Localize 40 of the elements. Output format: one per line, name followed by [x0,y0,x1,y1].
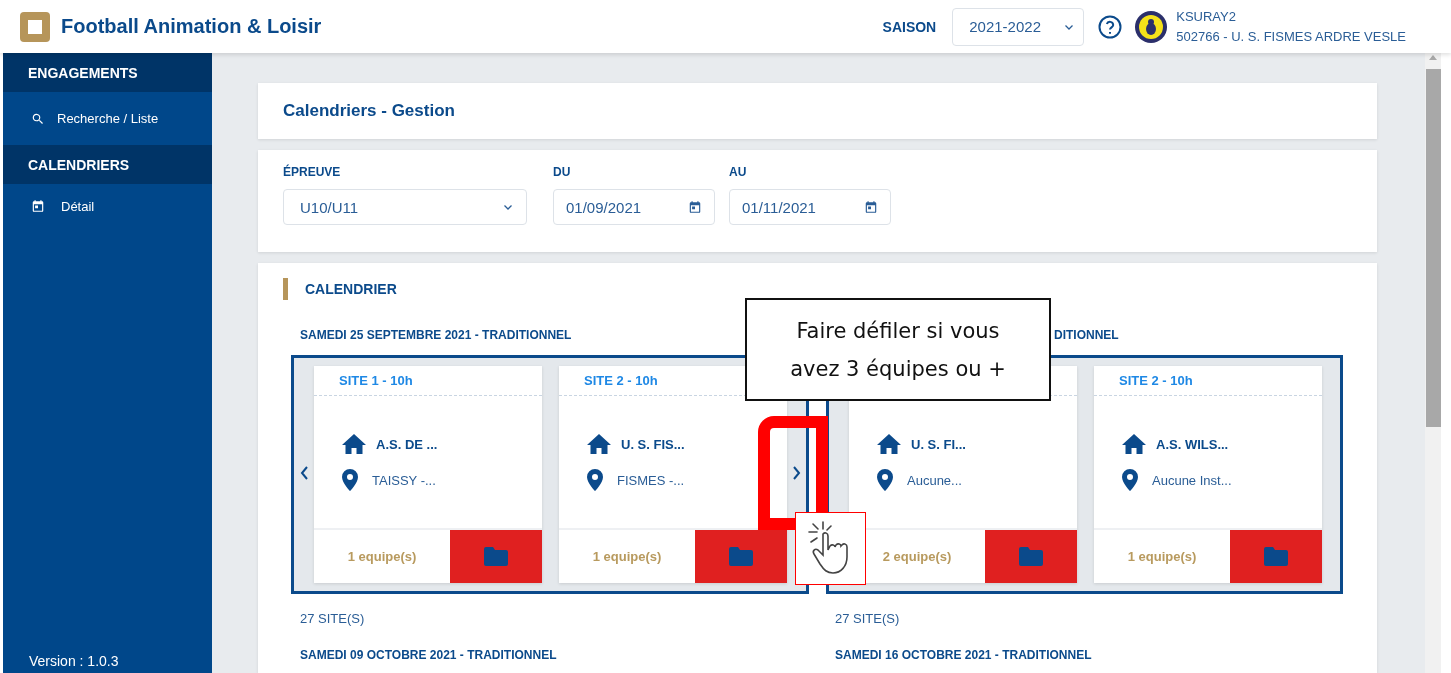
site-count: 27 SITE(S) [835,611,900,626]
field-label: DU [553,165,572,179]
app-title: Football Animation & Loisir [61,15,322,38]
site-count: 27 SITE(S) [300,611,365,626]
site-label: SITE 2 - 10h [1119,373,1193,388]
date-field[interactable]: 01/11/2021 [729,189,891,225]
season-select[interactable]: 2021-2022 [952,7,1085,46]
user-club: 502766 - U. S. FISMES ARDRE VESLE [1176,27,1406,46]
site-label: SITE 2 - 10h [584,373,658,388]
sidebar-section-title: ENGAGEMENTS [3,53,212,92]
day-title: SAMEDI 16 OCTOBRE 2021 - TRADITIONNEL [835,648,1092,662]
callout-note: Faire défiler si vous avez 3 équipes ou + [745,298,1051,401]
venue-name: TAISSY -... [372,472,436,488]
field-label: AU [729,165,748,179]
team-count: 2 equipe(s) [881,548,953,566]
day-title: SAMEDI 25 SEPTEMBRE 2021 - TRADITIONNEL [300,328,572,344]
team-count: 1 equipe(s) [591,548,663,566]
field-label: ÉPREUVE [283,165,342,179]
sidebar-section-title: CALENDRIERS [3,145,212,184]
venue-name: FISMES -... [617,472,685,488]
page-title: Calendriers - Gestion [258,83,1377,139]
day-title: SAMEDI 09 OCTOBRE 2021 - TRADITIONNEL [300,648,557,662]
sidebar-item[interactable]: Détail [3,184,212,230]
club-name: A.S. WILS... [1156,436,1229,452]
club-name: A.S. DE ... [376,436,438,452]
day-title: DITIONNEL [1054,328,1119,344]
venue-name: Aucune Inst... [1152,472,1232,488]
club-name: U. S. FIS... [621,436,685,452]
team-count: 1 equipe(s) [1126,548,1198,566]
date-field[interactable]: 01/09/2021 [553,189,715,225]
season-label: SAISON [882,18,937,35]
competition-select[interactable]: U10/U11 [283,189,527,225]
sidebar-item[interactable]: Recherche / Liste [3,92,212,145]
team-count: 1 equipe(s) [346,548,418,566]
venue-name: Aucune... [907,472,962,488]
section-title: CALENDRIER [305,281,397,297]
site-label: SITE 1 - 10h [339,373,413,388]
club-name: U. S. FI... [911,436,966,452]
user-login: KSURAY2 [1176,7,1237,26]
version-label: Version : 1.0.3 [28,653,120,671]
